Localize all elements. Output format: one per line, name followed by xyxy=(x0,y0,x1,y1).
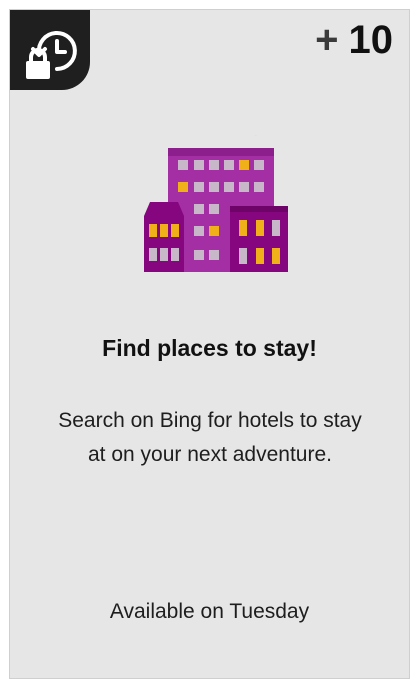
card-title: Find places to stay! xyxy=(102,335,317,361)
availability-text: Available on Tuesday xyxy=(109,600,310,623)
points-reward: + 10 xyxy=(315,20,393,60)
points-value: 10 xyxy=(348,18,394,62)
activity-card[interactable]: + 10 Find places to stay! Search on Bing… xyxy=(9,9,410,679)
moon-icon xyxy=(235,97,271,136)
card-description: Search on Bing for hotels to stay at on … xyxy=(58,409,362,466)
hotel-buildings-moon-icon xyxy=(144,97,288,272)
locked-badge xyxy=(10,10,90,90)
lock-clock-icon xyxy=(26,31,77,79)
points-plus-sign: + xyxy=(315,18,339,62)
